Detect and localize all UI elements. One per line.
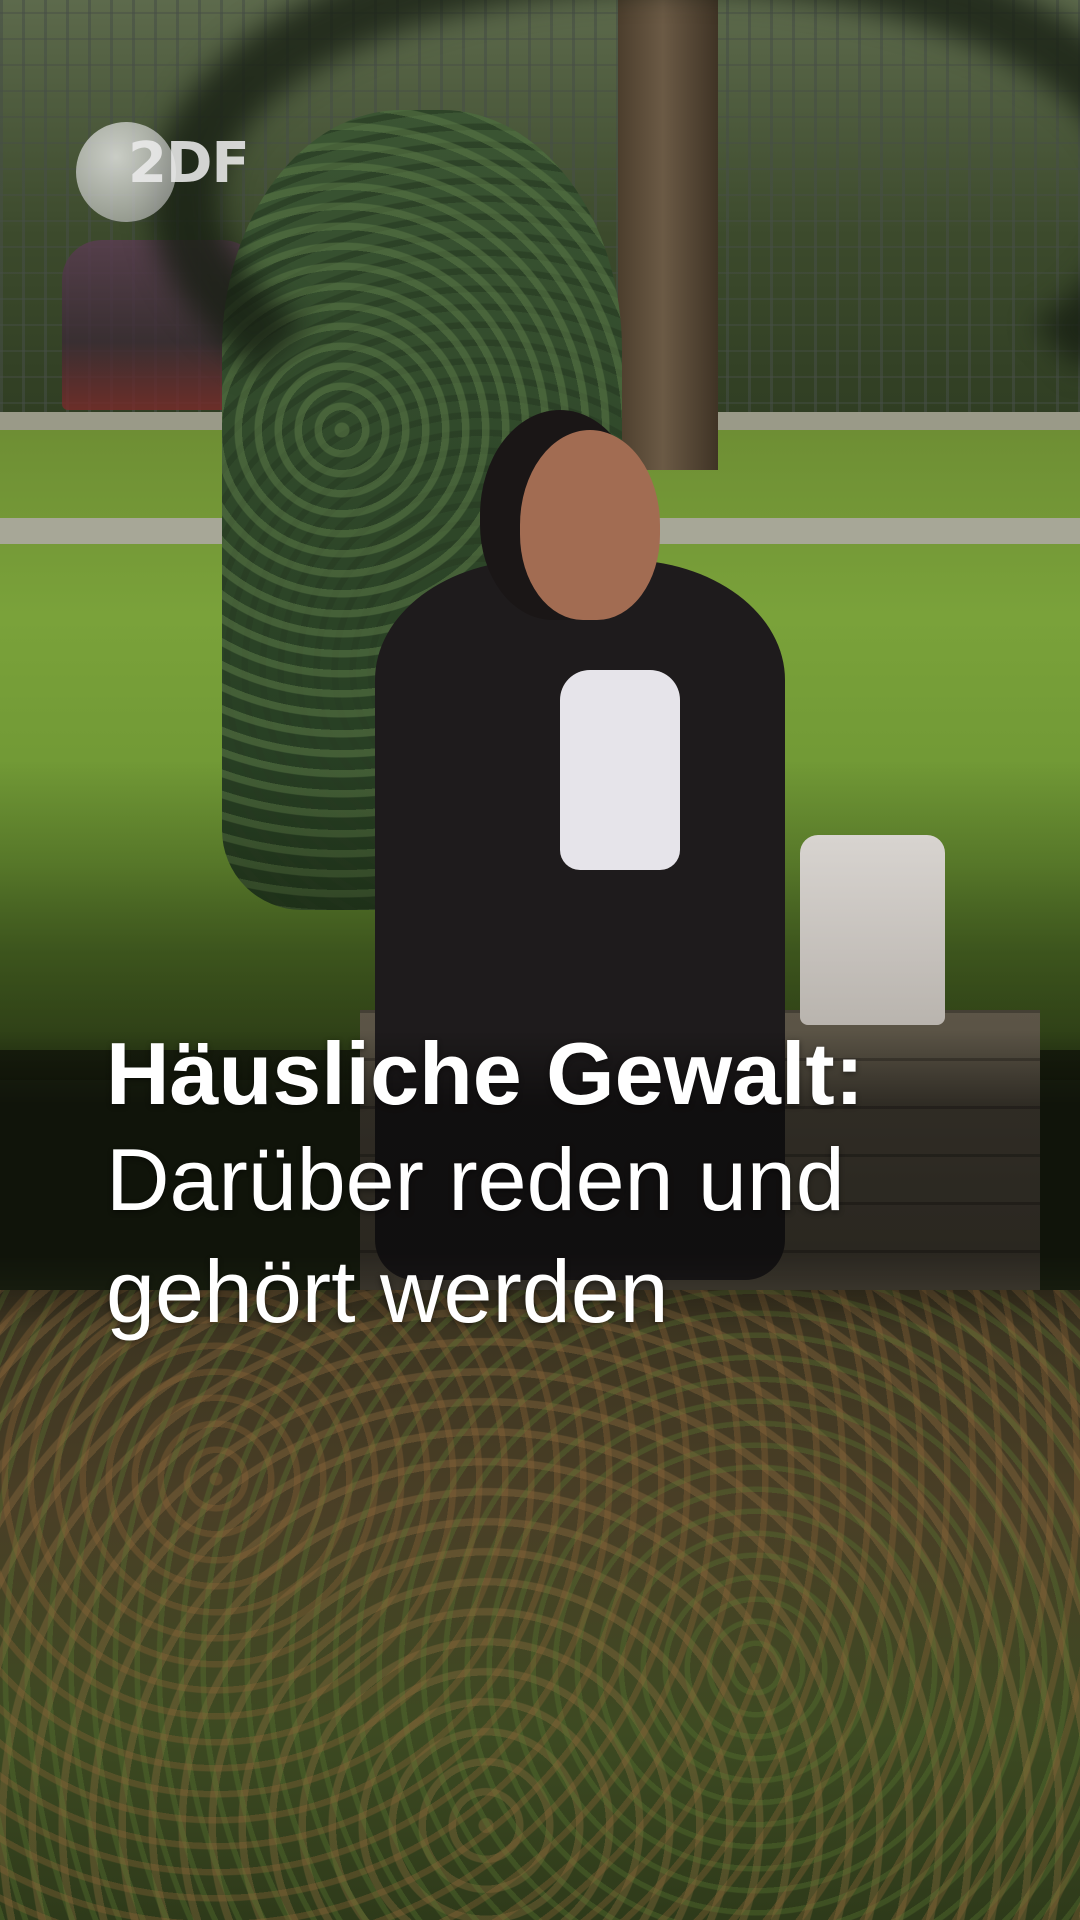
woman-shirt xyxy=(560,670,680,870)
zdf-logo-text: 2DF xyxy=(128,131,250,196)
video-frame: 2DF Häusliche Gewalt: Darüber reden und … xyxy=(0,0,1080,1920)
fallen-leaves xyxy=(0,1290,1080,1920)
handbag xyxy=(800,835,945,1025)
park-scene-image xyxy=(0,0,1080,1920)
video-caption: Häusliche Gewalt: Darüber reden und gehö… xyxy=(106,1024,1046,1348)
caption-headline: Häusliche Gewalt: xyxy=(106,1024,865,1123)
zdf-logo: 2DF xyxy=(76,122,256,222)
caption-subline: Darüber reden und gehört werden xyxy=(106,1130,845,1341)
